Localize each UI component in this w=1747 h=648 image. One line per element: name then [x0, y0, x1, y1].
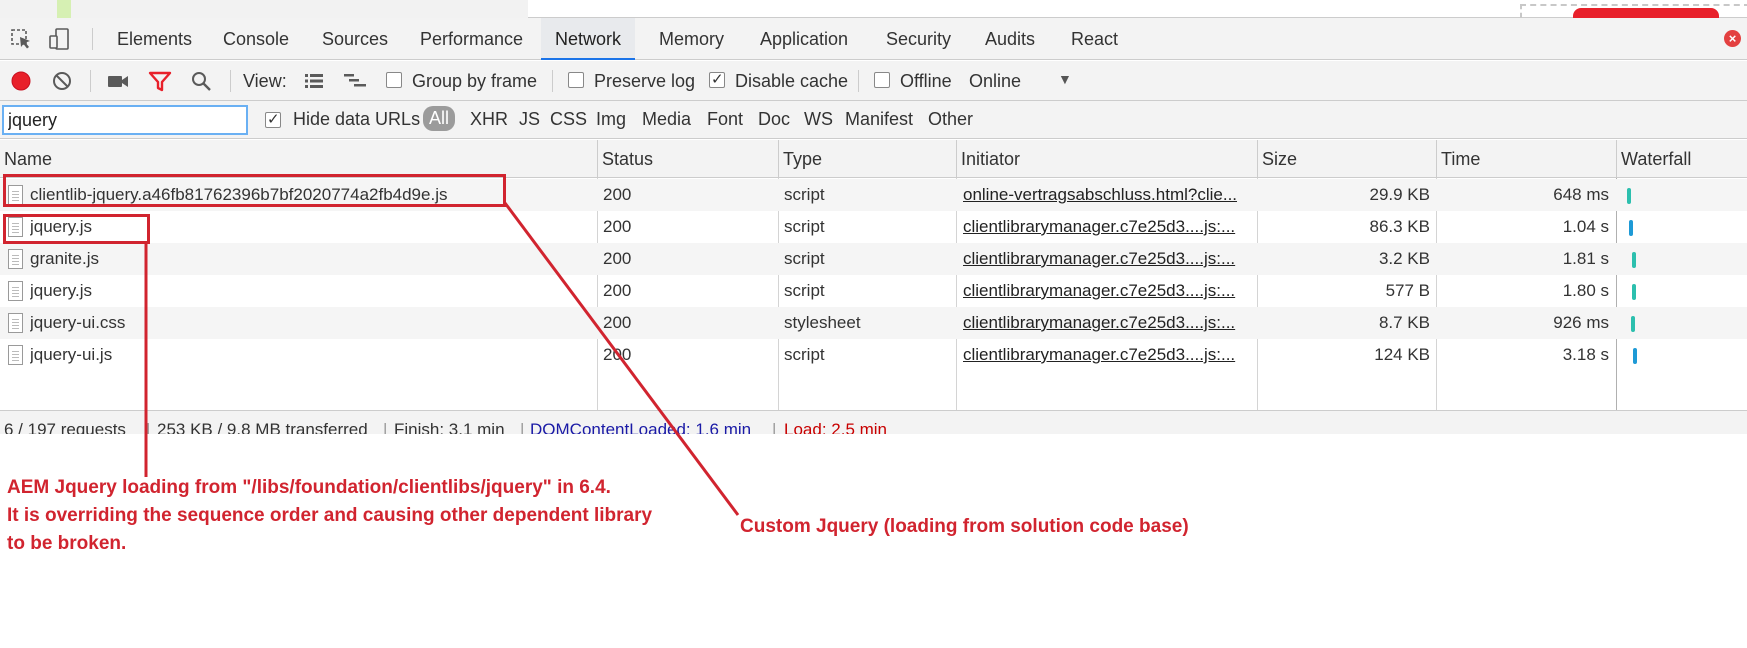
annotation-custom-jquery: Custom Jquery (loading from solution cod…: [740, 516, 1189, 537]
annotation-line-right: [503, 202, 740, 516]
annotation-arrows: [144, 202, 740, 516]
annotation-aem-line2: It is overriding the sequence order and …: [7, 505, 653, 526]
annotation-aem-line1: AEM Jquery loading from "/libs/foundatio…: [7, 477, 611, 498]
annotation-aem-line3: to be broken.: [7, 533, 127, 554]
